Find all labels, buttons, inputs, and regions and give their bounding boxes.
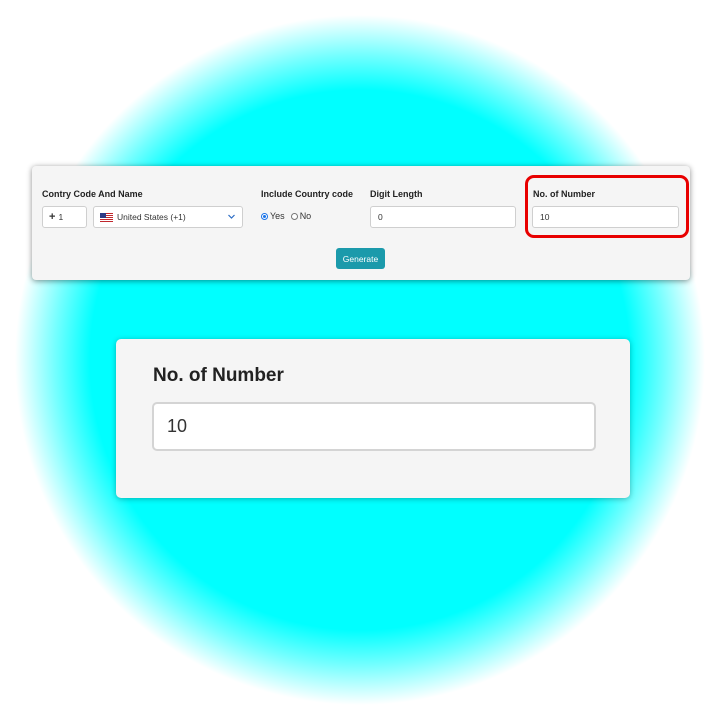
digit-length-value: 0 bbox=[378, 212, 383, 222]
chevron-down-icon bbox=[228, 214, 235, 219]
include-yes-radio[interactable] bbox=[261, 212, 268, 220]
digit-length-input[interactable]: 0 bbox=[370, 206, 516, 228]
include-no-radio[interactable] bbox=[290, 212, 298, 220]
include-country-code-label: Include Country code bbox=[261, 189, 354, 199]
digit-length-label: Digit Length bbox=[370, 189, 423, 199]
include-yes-label: Yes bbox=[270, 211, 285, 221]
zoomed-number-count-label: No. of Number bbox=[153, 365, 284, 386]
generator-form-card: Contry Code And Name Include Country cod… bbox=[32, 166, 690, 280]
include-no-label: No bbox=[299, 211, 312, 221]
country-select[interactable]: United States (+1) bbox=[93, 206, 243, 228]
zoomed-number-count-input[interactable]: 10 bbox=[152, 402, 596, 451]
plus-sign: + bbox=[49, 211, 56, 223]
zoomed-field-panel: No. of Number 10 bbox=[116, 339, 630, 498]
zoomed-number-count-value: 10 bbox=[167, 416, 188, 436]
highlight-box bbox=[525, 175, 689, 238]
include-code-radio-group: Yes No bbox=[261, 211, 311, 221]
us-flag-icon bbox=[100, 212, 113, 222]
country-code-value: 1 bbox=[58, 212, 64, 222]
country-code-input[interactable]: + 1 bbox=[42, 206, 87, 228]
country-code-label: Contry Code And Name bbox=[42, 189, 143, 199]
generate-button[interactable]: Generate bbox=[336, 248, 385, 269]
country-select-value: United States (+1) bbox=[117, 212, 186, 222]
